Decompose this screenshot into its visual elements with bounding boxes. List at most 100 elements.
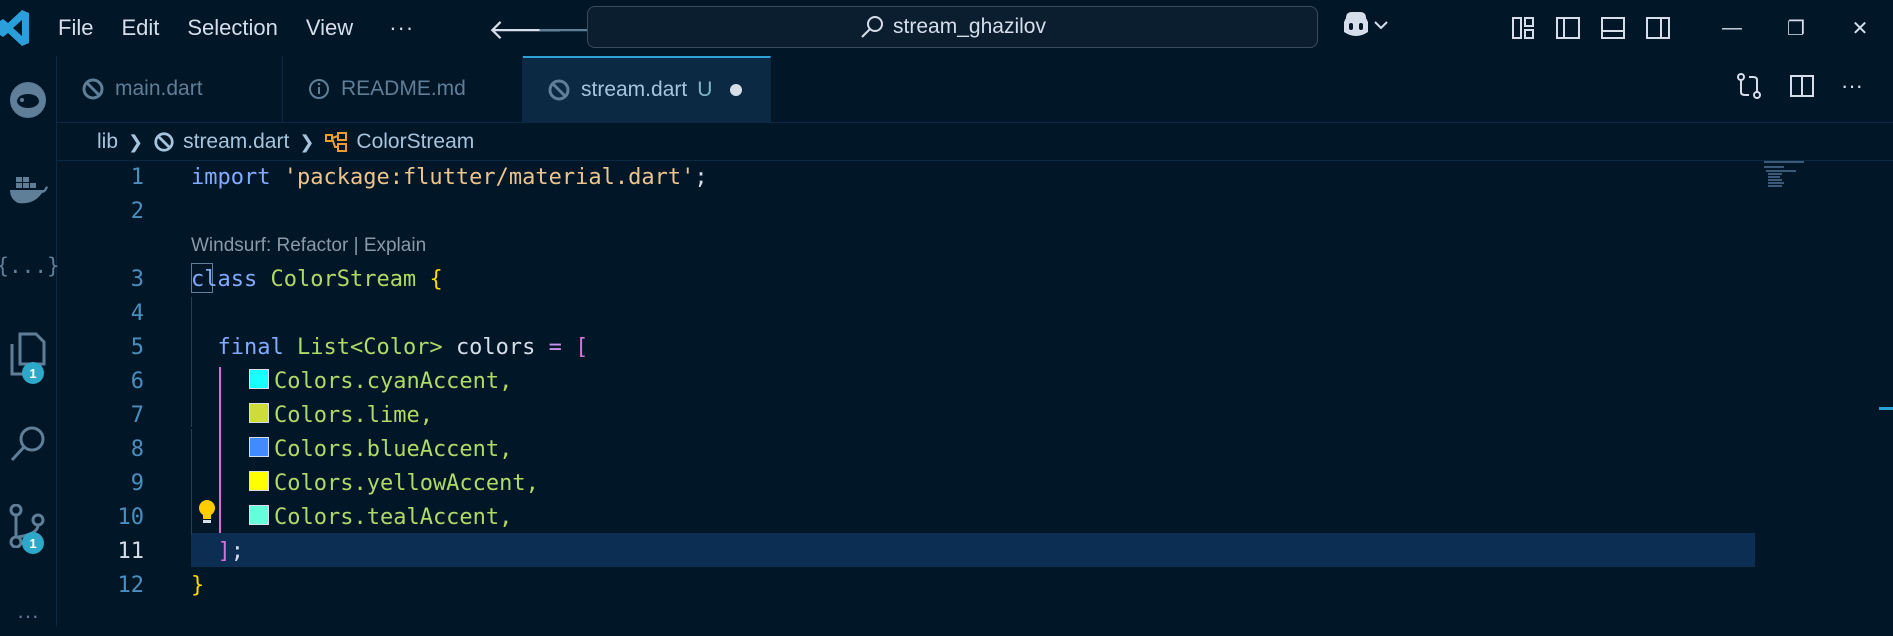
brace: } — [191, 573, 205, 598]
copilot-icon — [1344, 12, 1368, 36]
line-number: 5 — [130, 335, 144, 360]
more-views-icon[interactable]: ··· — [8, 596, 48, 636]
code-line-10: Colors.tealAccent, — [249, 501, 512, 535]
command-center-search[interactable]: stream_ghazilov — [587, 6, 1318, 48]
more-actions-icon[interactable]: ··· — [1841, 73, 1863, 99]
color-swatch[interactable] — [249, 369, 269, 389]
source-control-badge: 1 — [22, 532, 44, 554]
breadcrumb-file[interactable]: stream.dart — [183, 130, 289, 154]
code-line-8: Colors.blueAccent, — [249, 433, 512, 467]
customize-layout-icon[interactable] — [1510, 15, 1536, 41]
breadcrumb-symbol[interactable]: ColorStream — [356, 130, 474, 154]
editor-actions: ··· — [1709, 72, 1863, 100]
line-number: 4 — [130, 301, 144, 326]
code-line-9: Colors.yellowAccent, — [249, 467, 539, 501]
line-number: 8 — [130, 437, 144, 462]
color-swatch[interactable] — [249, 437, 269, 457]
line-number: 6 — [130, 369, 144, 394]
menu-more-icon[interactable]: ··· — [389, 15, 414, 41]
dart-icon — [154, 132, 174, 152]
account-avatar-icon[interactable] — [8, 80, 48, 120]
code-line-12: } — [191, 569, 204, 603]
line-number: 10 — [117, 505, 145, 530]
minimap[interactable] — [1762, 161, 1842, 201]
toggle-secondary-sidebar-icon[interactable] — [1645, 15, 1671, 41]
line-number: 9 — [130, 471, 144, 496]
scrollbar-cursor-marker — [1879, 407, 1893, 410]
vscode-logo-icon — [0, 10, 29, 46]
info-icon — [309, 79, 329, 99]
copilot-menu[interactable] — [1340, 10, 1390, 40]
menu-edit[interactable]: Edit — [121, 15, 159, 41]
lightbulb-quick-fix-icon[interactable] — [197, 499, 217, 525]
menu-selection[interactable]: Selection — [187, 15, 278, 41]
code-line-7: Colors.lime, — [249, 399, 433, 433]
untracked-status-badge: U — [697, 78, 713, 101]
search-view-icon[interactable] — [8, 424, 48, 464]
tab-label: main.dart — [115, 77, 203, 100]
restore-button[interactable]: ❐ — [1764, 16, 1828, 41]
toggle-primary-sidebar-icon[interactable] — [1555, 15, 1581, 41]
explorer-badge: 1 — [22, 362, 44, 384]
toggle-panel-icon[interactable] — [1600, 15, 1626, 41]
code-line-1: import 'package:flutter/material.dart'; — [191, 161, 708, 195]
class-symbol-icon — [325, 132, 348, 152]
unsaved-dot-icon[interactable] — [730, 84, 743, 96]
keyword: class — [191, 267, 258, 292]
tabs-divider — [57, 122, 1893, 123]
compare-changes-icon[interactable] — [1735, 72, 1763, 100]
menu-file[interactable]: File — [58, 15, 93, 41]
tab-readme-md[interactable]: README.md — [283, 56, 523, 122]
class-name: ColorStream — [270, 267, 417, 292]
search-text: stream_ghazilov — [893, 15, 1046, 38]
indent-guide — [191, 429, 192, 535]
code-line-11: ]; — [191, 535, 245, 569]
keyword: final — [217, 335, 284, 360]
breadcrumb-folder[interactable]: lib — [97, 130, 118, 154]
variable-name: colors — [455, 335, 536, 360]
split-editor-icon[interactable] — [1789, 73, 1815, 99]
color-swatch[interactable] — [249, 403, 269, 423]
punctuation: ; — [230, 539, 244, 564]
code-line-3: class ColorStream { — [191, 263, 443, 297]
color-constant: Colors.tealAccent, — [274, 505, 513, 530]
color-constant: Colors.lime, — [274, 403, 433, 428]
line-number: 7 — [130, 403, 144, 428]
current-line-number: 11 — [117, 539, 145, 564]
operator: = — [548, 335, 562, 360]
layout-controls — [1510, 0, 1690, 56]
brace: { — [429, 267, 443, 292]
code-line-5: final List<Color> colors = [ — [191, 331, 589, 365]
keyword: import — [191, 165, 271, 190]
chevron-right-icon: ❯ — [128, 131, 144, 152]
color-swatch[interactable] — [249, 471, 269, 491]
windsurf-codelens[interactable]: Windsurf: Refactor | Explain — [191, 231, 426, 261]
dart-icon — [548, 79, 570, 101]
window-controls: — ❐ ✕ — [1700, 0, 1892, 56]
tab-stream-dart[interactable]: stream.dart U — [523, 56, 771, 122]
color-constant: Colors.yellowAccent, — [274, 471, 539, 496]
tab-main-dart[interactable]: main.dart — [57, 56, 283, 122]
line-number: 3 — [130, 267, 144, 292]
menu-view[interactable]: View — [306, 15, 353, 41]
docker-icon[interactable] — [8, 170, 48, 210]
bracket: [ — [575, 335, 589, 360]
tab-label: README.md — [341, 77, 466, 100]
search-icon — [861, 16, 884, 38]
current-line-highlight — [191, 533, 1755, 567]
json-outline-icon[interactable]: {...} — [0, 246, 60, 286]
chevron-right-icon: ❯ — [299, 131, 315, 152]
bracket: ] — [217, 539, 231, 564]
menu-bar: File Edit Selection View ··· — [58, 0, 414, 56]
chevron-down-icon — [1374, 21, 1388, 30]
editor-tabs: main.dart README.md stream.dart U — [57, 56, 771, 122]
activity-bar: {...} 1 1 ··· — [0, 56, 60, 628]
minimize-button[interactable]: — — [1700, 17, 1764, 40]
string-literal: 'package:flutter/material.dart' — [283, 165, 695, 190]
code-editor[interactable]: 1 2 3 4 5 6 7 8 9 10 11 12 Windsurf: Ref… — [57, 161, 1893, 627]
punctuation: ; — [694, 165, 708, 190]
title-bar: File Edit Selection View ··· 🡐 🡒 stream_… — [0, 0, 1893, 56]
line-number: 1 — [130, 165, 144, 190]
close-button[interactable]: ✕ — [1828, 16, 1892, 41]
color-swatch[interactable] — [249, 505, 269, 525]
